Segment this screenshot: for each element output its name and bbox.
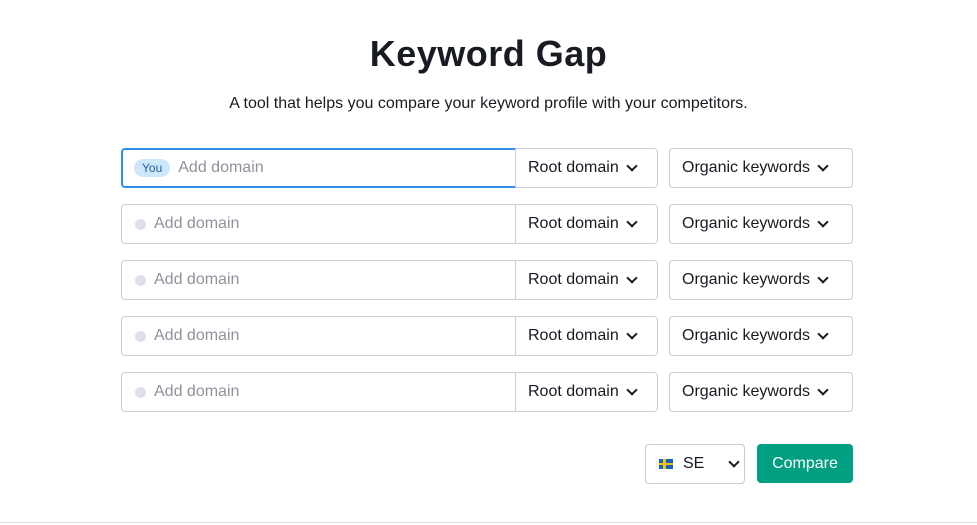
domain-row-competitor-1: Root domain Organic keywords: [121, 204, 853, 244]
domain-rows: You Root domain Organic keywords Root do…: [121, 148, 853, 428]
sweden-flag-icon: [659, 459, 673, 469]
keyword-type-label: Organic keywords: [682, 215, 811, 232]
chevron-down-icon: [817, 328, 829, 340]
chevron-down-icon: [728, 456, 741, 468]
database-select[interactable]: SE: [645, 444, 745, 484]
scope-select-competitor-1[interactable]: Root domain: [515, 204, 658, 244]
status-dot-icon: [135, 330, 146, 342]
chevron-down-icon: [626, 216, 638, 228]
chevron-down-icon: [817, 160, 829, 172]
domain-row-you: You Root domain Organic keywords: [121, 148, 853, 188]
domain-input-competitor-1[interactable]: [154, 215, 454, 233]
chevron-down-icon: [817, 384, 829, 396]
domain-field-competitor-1[interactable]: [121, 204, 517, 244]
scope-select-competitor-4[interactable]: Root domain: [515, 372, 658, 412]
status-dot-icon: [135, 386, 146, 398]
scope-select-label: Root domain: [528, 215, 619, 232]
domain-row-competitor-4: Root domain Organic keywords: [121, 372, 853, 412]
scope-select-you[interactable]: Root domain: [515, 148, 658, 188]
chevron-down-icon: [626, 160, 638, 172]
status-dot-icon: [135, 218, 146, 230]
page-subtitle: A tool that helps you compare your keywo…: [229, 95, 748, 112]
keyword-type-label: Organic keywords: [682, 159, 811, 176]
database-code: SE: [683, 455, 705, 472]
domain-input-you[interactable]: [178, 159, 479, 177]
domain-field-you[interactable]: You: [121, 148, 517, 188]
domain-row-competitor-3: Root domain Organic keywords: [121, 316, 853, 356]
chevron-down-icon: [817, 216, 829, 228]
keyword-type-select-competitor-2[interactable]: Organic keywords: [669, 260, 853, 300]
domain-input-competitor-2[interactable]: [154, 271, 454, 289]
keyword-type-select-competitor-1[interactable]: Organic keywords: [669, 204, 853, 244]
keyword-type-select-you[interactable]: Organic keywords: [669, 148, 853, 188]
domain-field-competitor-3[interactable]: [121, 316, 517, 356]
divider: [0, 522, 977, 523]
you-badge: You: [134, 159, 171, 177]
keyword-type-label: Organic keywords: [682, 383, 811, 400]
compare-button[interactable]: Compare: [757, 444, 853, 483]
domain-row-competitor-2: Root domain Organic keywords: [121, 260, 853, 300]
keyword-type-select-competitor-3[interactable]: Organic keywords: [669, 316, 853, 356]
keyword-type-select-competitor-4[interactable]: Organic keywords: [669, 372, 853, 412]
scope-select-label: Root domain: [528, 383, 619, 400]
domain-input-competitor-3[interactable]: [154, 327, 454, 345]
chevron-down-icon: [626, 328, 638, 340]
chevron-down-icon: [626, 384, 638, 396]
scope-select-competitor-2[interactable]: Root domain: [515, 260, 658, 300]
keyword-type-label: Organic keywords: [682, 327, 811, 344]
domain-field-competitor-4[interactable]: [121, 372, 517, 412]
scope-select-label: Root domain: [528, 159, 619, 176]
chevron-down-icon: [626, 272, 638, 284]
status-dot-icon: [135, 274, 146, 286]
scope-select-competitor-3[interactable]: Root domain: [515, 316, 658, 356]
domain-input-competitor-4[interactable]: [154, 383, 454, 401]
domain-field-competitor-2[interactable]: [121, 260, 517, 300]
scope-select-label: Root domain: [528, 271, 619, 288]
keyword-type-label: Organic keywords: [682, 271, 811, 288]
scope-select-label: Root domain: [528, 327, 619, 344]
chevron-down-icon: [817, 272, 829, 284]
page-title: Keyword Gap: [369, 33, 608, 74]
